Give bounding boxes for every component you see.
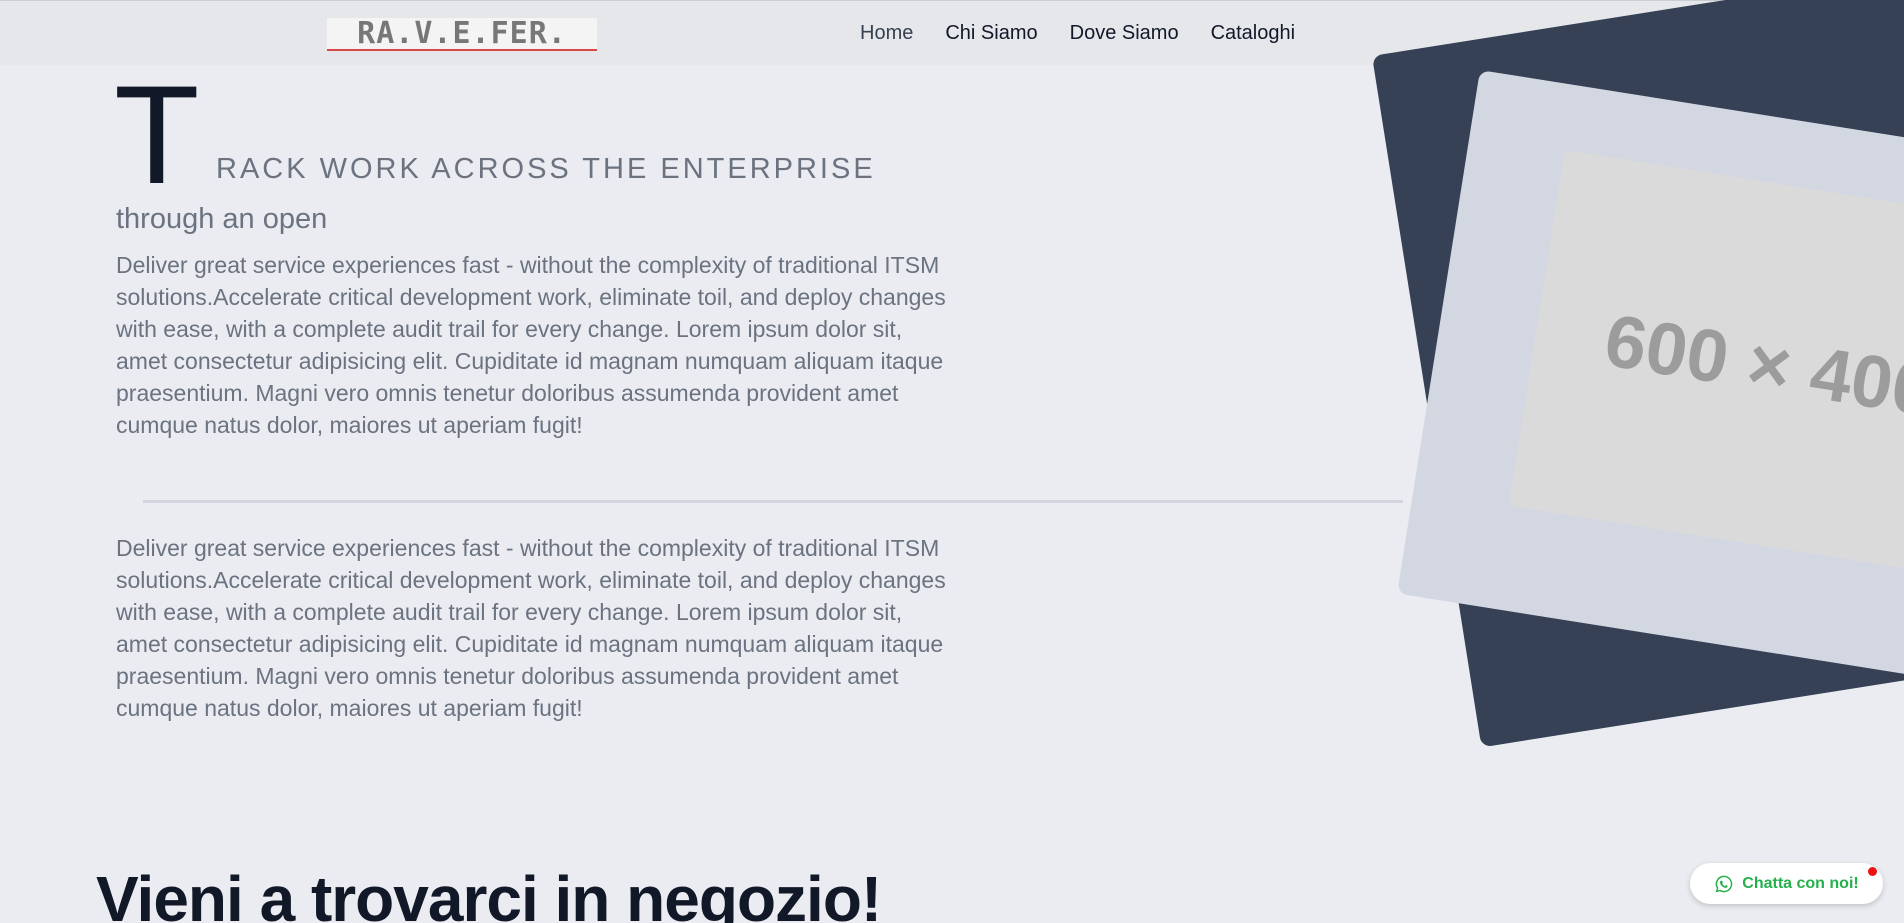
site-logo[interactable]: RA.V.E.FER. xyxy=(327,18,597,51)
notification-dot xyxy=(1868,867,1877,876)
nav-link-chi-siamo[interactable]: Chi Siamo xyxy=(945,22,1037,45)
hero-paragraph-2: Deliver great service experiences fast -… xyxy=(116,535,946,721)
main-nav: Home Chi Siamo Dove Siamo Cataloghi xyxy=(860,22,1295,45)
section-divider xyxy=(143,500,1403,503)
store-section-title: Vieni a trovarci in negozio! xyxy=(96,863,882,923)
nav-link-cataloghi[interactable]: Cataloghi xyxy=(1211,22,1296,45)
chat-widget-button[interactable]: Chatta con noi! xyxy=(1690,863,1883,904)
hero-dropcap: T xyxy=(114,56,200,213)
whatsapp-icon xyxy=(1715,875,1733,892)
hero-heading: RACK WORK ACROSS THE ENTERPRISE xyxy=(216,153,876,185)
chat-widget-label: Chatta con noi! xyxy=(1742,874,1859,892)
nav-link-dove-siamo[interactable]: Dove Siamo xyxy=(1070,22,1179,45)
placeholder-size-label: 600 × 400 xyxy=(1599,297,1904,432)
hero-paragraph-1: Deliver great service experiences fast -… xyxy=(116,252,946,438)
nav-link-home[interactable]: Home xyxy=(860,22,913,45)
hero-subtitle: through an open xyxy=(116,203,328,235)
